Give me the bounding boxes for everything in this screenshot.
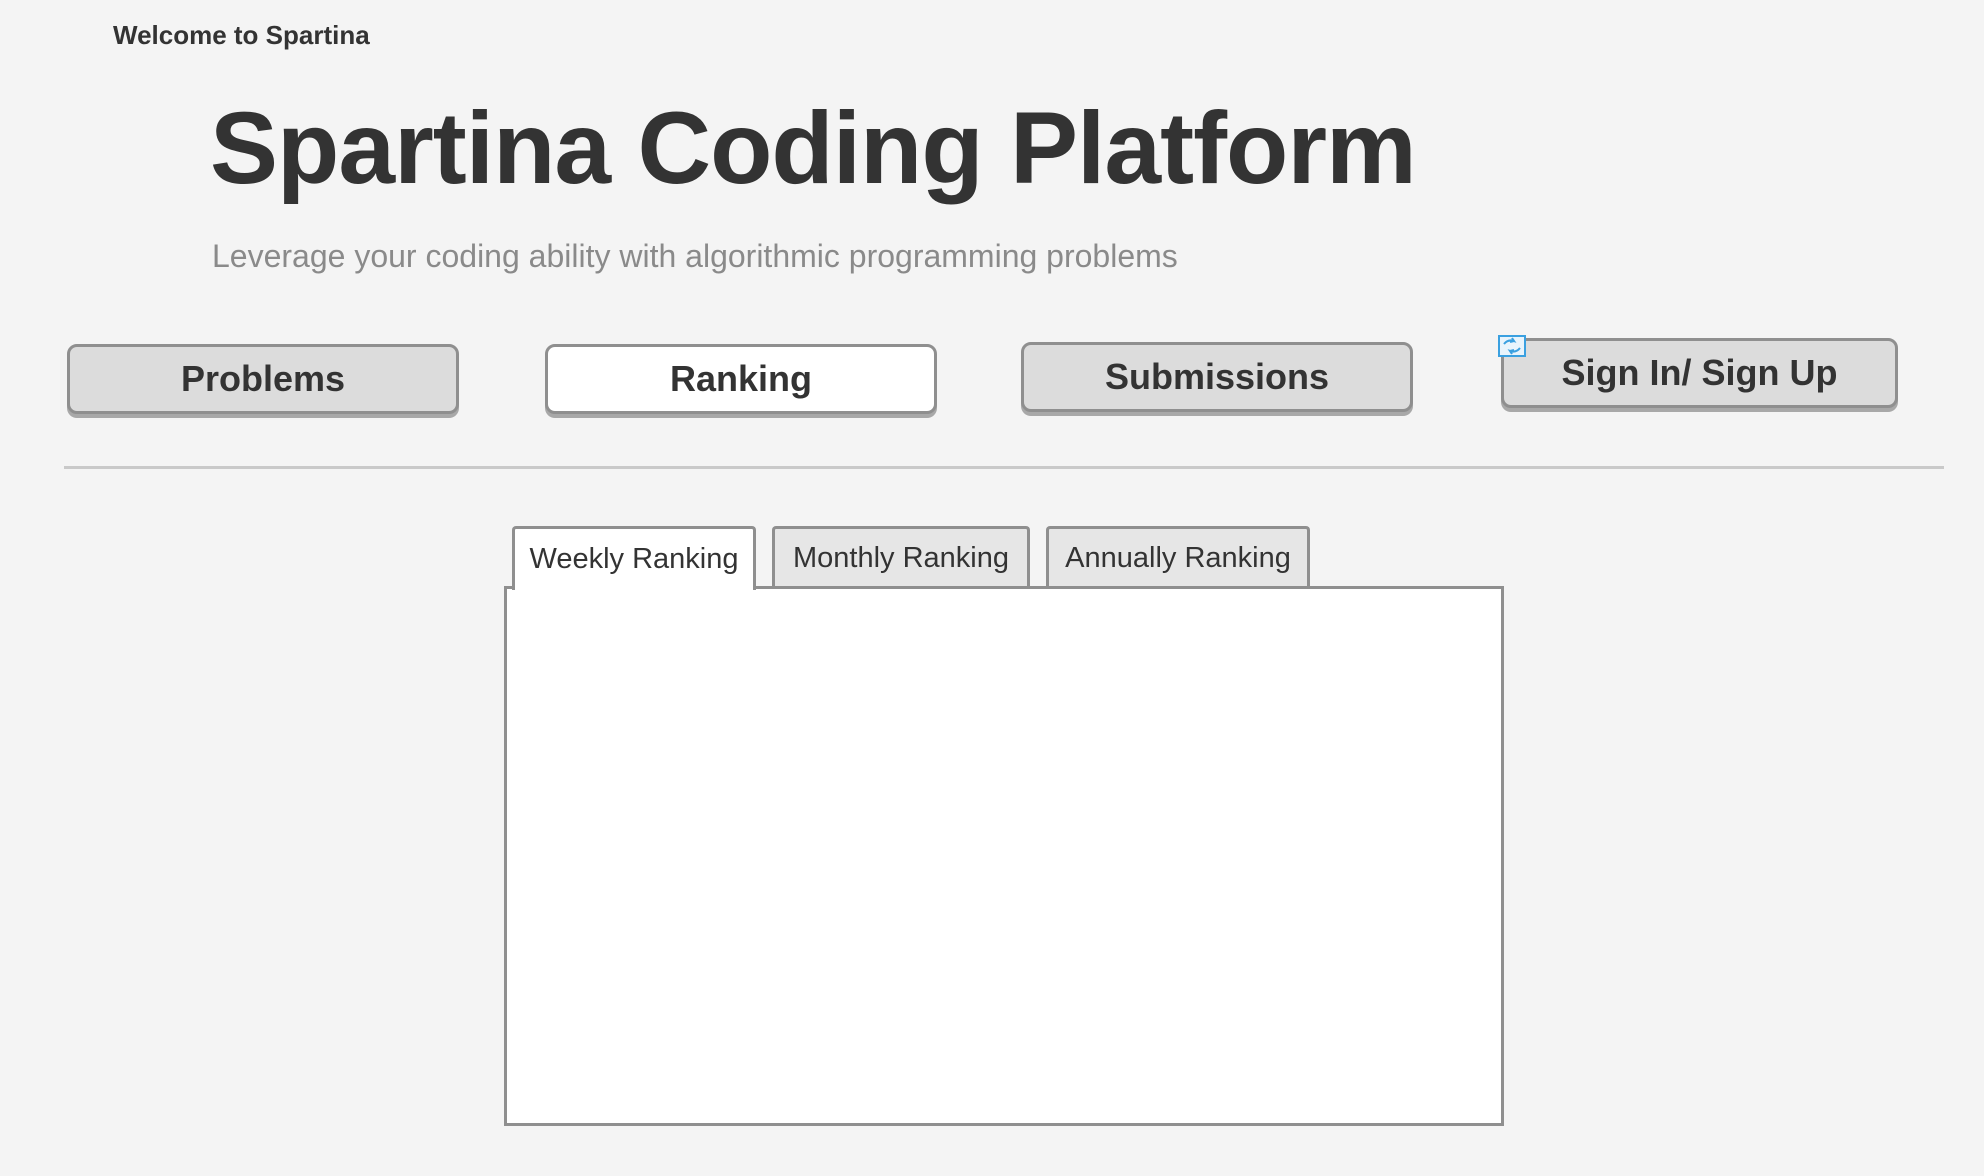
welcome-text: Welcome to Spartina xyxy=(113,20,370,50)
tab-monthly-ranking[interactable]: Monthly Ranking xyxy=(772,526,1030,588)
tab-weekly-ranking[interactable]: Weekly Ranking xyxy=(512,526,756,590)
submissions-button[interactable]: Submissions xyxy=(1021,342,1413,412)
ranking-button[interactable]: Ranking xyxy=(545,344,937,414)
problems-button[interactable]: Problems xyxy=(67,344,459,414)
refresh-icon xyxy=(1498,335,1526,357)
page-subtitle: Leverage your coding ability with algori… xyxy=(212,238,1178,274)
page-title: Spartina Coding Platform xyxy=(210,91,1417,205)
ranking-panel xyxy=(504,586,1504,1126)
sign-in-sign-up-button[interactable]: Sign In/ Sign Up xyxy=(1501,338,1898,408)
tab-annually-ranking[interactable]: Annually Ranking xyxy=(1046,526,1310,588)
section-divider xyxy=(64,466,1944,469)
